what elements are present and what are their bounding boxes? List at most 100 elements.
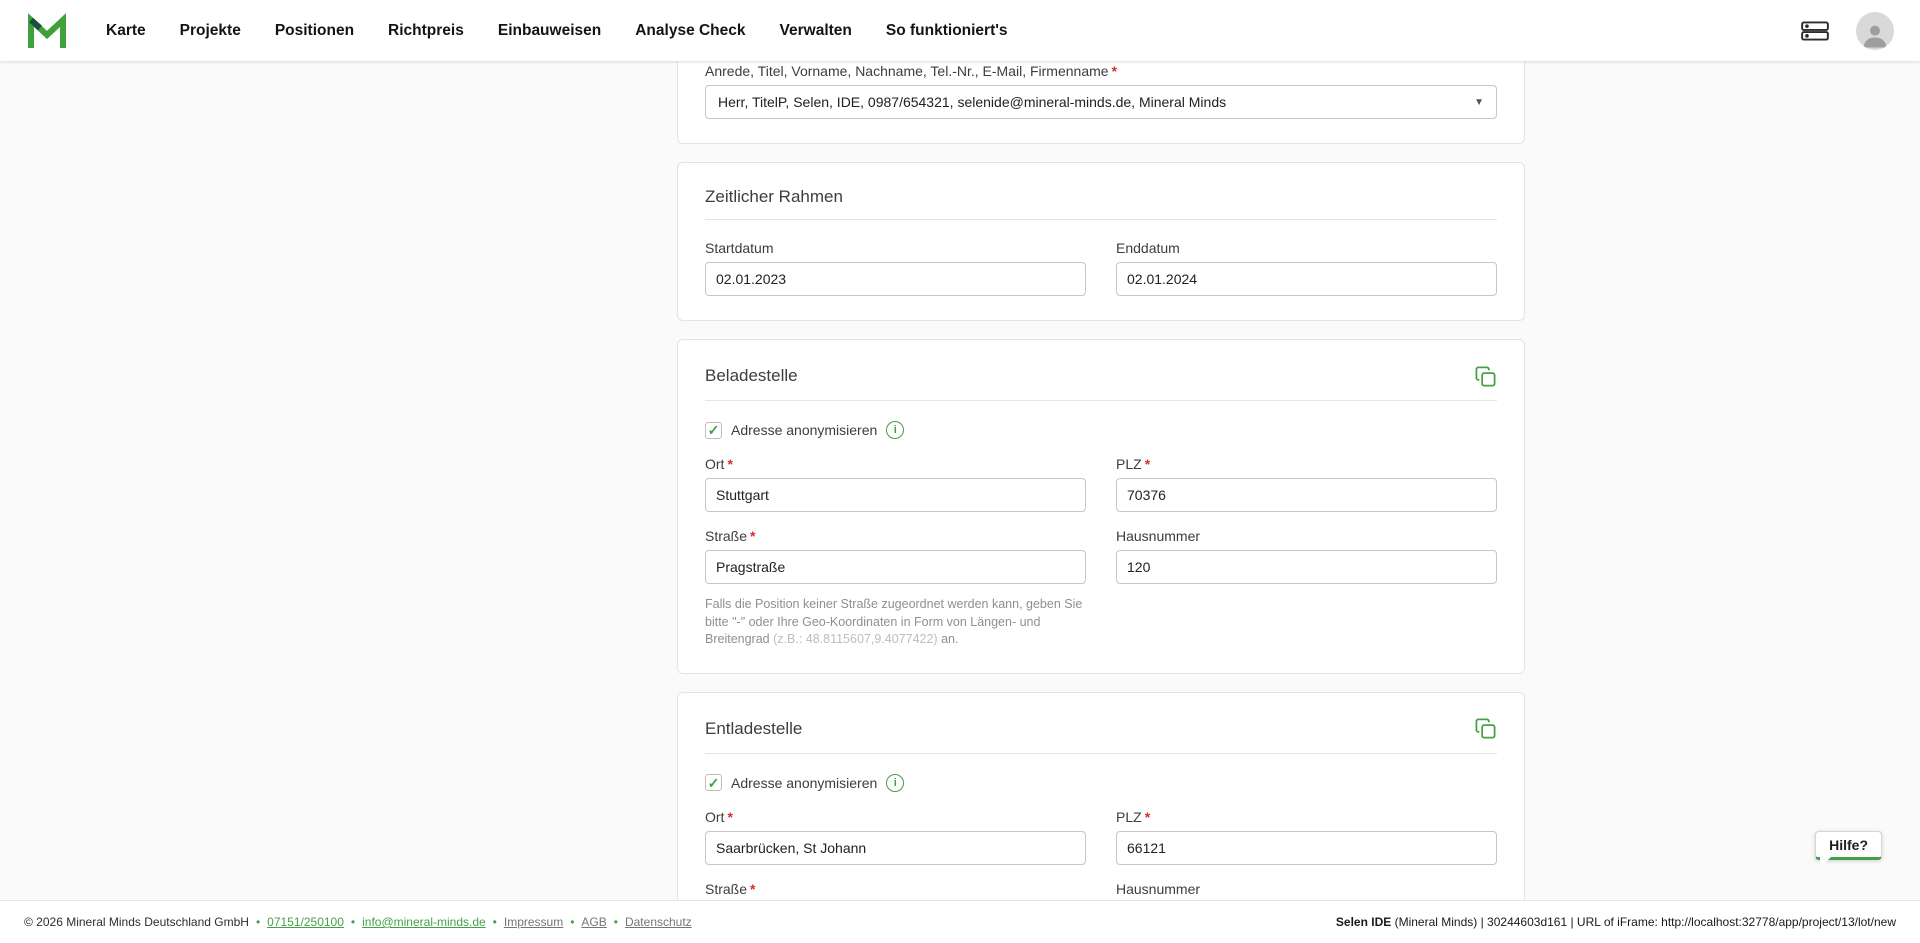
enddatum-input[interactable] (1116, 262, 1497, 296)
ort-field: Ort* (705, 456, 1086, 512)
separator-dot: • (570, 915, 574, 929)
footer: © 2026 Mineral Minds Deutschland GmbH • … (0, 900, 1920, 943)
help-button[interactable]: Hilfe? (1815, 831, 1882, 860)
email-link[interactable]: info@mineral-minds.de (362, 915, 486, 929)
hint-text-end: an. (938, 632, 959, 646)
ort-label: Ort* (705, 809, 1086, 825)
plz-label-text: PLZ (1116, 809, 1142, 825)
contact-selected-value: Herr, TitelP, Selen, IDE, 0987/654321, s… (718, 94, 1226, 110)
required-asterisk: * (1145, 809, 1150, 825)
enddatum-field: Enddatum (1116, 240, 1497, 296)
ort-field: Ort* (705, 809, 1086, 865)
content-area: Anrede, Titel, Vorname, Nachname, Tel.-N… (0, 61, 1920, 900)
plz-input[interactable] (1116, 478, 1497, 512)
anonymize-checkbox[interactable]: ✓ (705, 774, 722, 791)
impressum-link[interactable]: Impressum (504, 915, 563, 929)
contact-select[interactable]: Herr, TitelP, Selen, IDE, 0987/654321, s… (705, 85, 1497, 119)
footer-left: © 2026 Mineral Minds Deutschland GmbH • … (24, 915, 692, 929)
mineral-minds-logo-icon (26, 11, 68, 51)
nav-item-so-funktionierts[interactable]: So funktioniert's (886, 22, 1008, 40)
strasse-hint: Falls die Position keiner Straße zugeord… (705, 596, 1086, 649)
plz-input[interactable] (1116, 831, 1497, 865)
ort-input[interactable] (705, 831, 1086, 865)
plz-label: PLZ* (1116, 456, 1497, 472)
ort-input[interactable] (705, 478, 1086, 512)
beladestelle-anonymize-row: ✓ Adresse anonymisieren i (705, 421, 1497, 439)
enddatum-label: Enddatum (1116, 240, 1497, 256)
entladestelle-header: Entladestelle (705, 717, 1497, 754)
contact-card: Anrede, Titel, Vorname, Nachname, Tel.-N… (677, 61, 1525, 144)
startdatum-input[interactable] (705, 262, 1086, 296)
plz-field: PLZ* (1116, 456, 1497, 512)
entladestelle-title: Entladestelle (705, 719, 802, 739)
strasse-label-text: Straße (705, 881, 747, 897)
entladestelle-card: Entladestelle ✓ Adresse anonymisieren i … (677, 692, 1525, 901)
timeframe-card: Zeitlicher Rahmen Startdatum Enddatum (677, 162, 1525, 321)
duplicate-icon[interactable] (1473, 364, 1497, 388)
nav-item-verwalten[interactable]: Verwalten (780, 22, 852, 40)
chevron-down-icon: ▼ (1474, 97, 1484, 108)
contact-label-text: Anrede, Titel, Vorname, Nachname, Tel.-N… (705, 63, 1109, 79)
required-asterisk: * (727, 456, 732, 472)
strasse-field: Straße* (705, 528, 1086, 584)
hint-example: (z.B.: 48.8115607,9.4077422) (773, 632, 937, 646)
hausnummer-field: Hausnummer (1116, 528, 1497, 584)
plz-label: PLZ* (1116, 809, 1497, 825)
nav-item-projekte[interactable]: Projekte (180, 22, 241, 40)
nav-item-richtpreis[interactable]: Richtpreis (388, 22, 464, 40)
required-asterisk: * (750, 528, 755, 544)
info-icon[interactable]: i (886, 421, 904, 439)
ort-label-text: Ort (705, 456, 724, 472)
anonymize-label: Adresse anonymisieren (731, 775, 877, 791)
anonymize-checkbox[interactable]: ✓ (705, 422, 722, 439)
strasse-field: Straße* (705, 881, 1086, 901)
ort-label: Ort* (705, 456, 1086, 472)
hausnummer-field: Hausnummer (1116, 881, 1497, 901)
separator-dot: • (614, 915, 618, 929)
required-asterisk: * (1112, 63, 1117, 79)
ort-label-text: Ort (705, 809, 724, 825)
nav-item-einbauweisen[interactable]: Einbauweisen (498, 22, 601, 40)
server-icon[interactable] (1798, 18, 1832, 44)
separator-dot: • (256, 915, 260, 929)
beladestelle-header: Beladestelle (705, 364, 1497, 401)
brand-logo[interactable] (26, 11, 68, 51)
hausnummer-input[interactable] (1116, 550, 1497, 584)
info-icon[interactable]: i (886, 774, 904, 792)
nav-item-analyse-check[interactable]: Analyse Check (635, 22, 745, 40)
plz-label-text: PLZ (1116, 456, 1142, 472)
required-asterisk: * (750, 881, 755, 897)
required-asterisk: * (727, 809, 732, 825)
phone-link[interactable]: 07151/250100 (267, 915, 344, 929)
strasse-input[interactable] (705, 550, 1086, 584)
duplicate-icon[interactable] (1473, 717, 1497, 741)
strasse-label: Straße* (705, 881, 1086, 897)
project-form: Anrede, Titel, Vorname, Nachname, Tel.-N… (677, 61, 1525, 900)
strasse-label-text: Straße (705, 528, 747, 544)
nav-item-positionen[interactable]: Positionen (275, 22, 354, 40)
copyright-text: © 2026 Mineral Minds Deutschland GmbH (24, 915, 249, 929)
agb-link[interactable]: AGB (581, 915, 606, 929)
person-icon (1860, 20, 1890, 50)
beladestelle-title: Beladestelle (705, 366, 798, 386)
top-nav: Karte Projekte Positionen Richtpreis Ein… (0, 0, 1920, 61)
required-asterisk: * (1145, 456, 1150, 472)
beladestelle-grid: Ort* PLZ* Straße* Hausnu (705, 456, 1497, 649)
session-user: Selen IDE (1336, 915, 1391, 929)
contact-label: Anrede, Titel, Vorname, Nachname, Tel.-N… (705, 63, 1497, 79)
startdatum-label: Startdatum (705, 240, 1086, 256)
main-nav: Karte Projekte Positionen Richtpreis Ein… (106, 22, 1008, 40)
timeframe-title: Zeitlicher Rahmen (705, 187, 843, 207)
hausnummer-label: Hausnummer (1116, 528, 1497, 544)
separator-dot: • (493, 915, 497, 929)
datenschutz-link[interactable]: Datenschutz (625, 915, 692, 929)
hausnummer-label: Hausnummer (1116, 881, 1497, 897)
session-details: (Mineral Minds) | 30244603d161 | URL of … (1391, 915, 1896, 929)
user-avatar[interactable] (1856, 12, 1894, 50)
timeframe-grid: Startdatum Enddatum (705, 240, 1497, 296)
entladestelle-anonymize-row: ✓ Adresse anonymisieren i (705, 774, 1497, 792)
topbar-actions (1798, 12, 1894, 50)
nav-item-karte[interactable]: Karte (106, 22, 146, 40)
anonymize-label: Adresse anonymisieren (731, 422, 877, 438)
separator-dot: • (351, 915, 355, 929)
